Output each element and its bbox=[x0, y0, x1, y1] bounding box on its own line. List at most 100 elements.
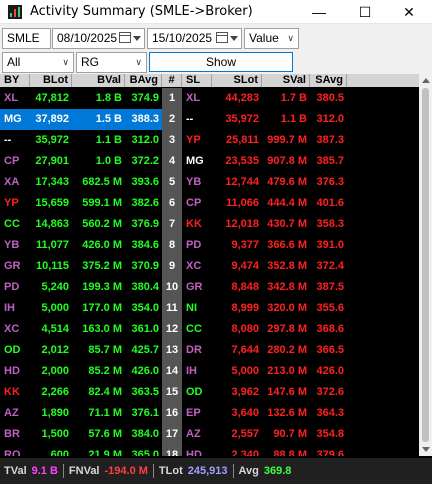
cell-slot: 35,972 bbox=[225, 113, 259, 125]
scroll-down-icon[interactable] bbox=[422, 447, 430, 452]
cell-sl: YP bbox=[186, 134, 201, 146]
header-number[interactable]: # bbox=[162, 74, 182, 87]
header-buyer[interactable]: BY bbox=[0, 74, 30, 87]
cell-by: MG bbox=[0, 109, 30, 130]
total-lot: 245,913 bbox=[187, 465, 228, 477]
cell-num: 2 bbox=[162, 109, 182, 130]
activity-table: BY BLot BVal BAvg # SL SLot SVal SAvg XL… bbox=[0, 74, 419, 456]
cell-blot: 47,812 bbox=[35, 92, 69, 104]
cell-sl: AZ bbox=[186, 428, 201, 440]
cell-savg: 354.8 bbox=[316, 428, 344, 440]
cell-slot: 9,474 bbox=[231, 260, 259, 272]
cell-bavg: 363.5 bbox=[131, 386, 159, 398]
cell-sl: GR bbox=[186, 281, 203, 293]
cell-by: BR bbox=[4, 428, 20, 440]
cell-savg: 364.3 bbox=[316, 407, 344, 419]
cell-savg: 372.4 bbox=[316, 260, 344, 272]
summary-status-bar: TVal 9.1 B FNVal -194.0 M TLot 245,913 A… bbox=[0, 458, 432, 484]
cell-sval: 479.6 M bbox=[267, 176, 307, 188]
cell-by: YB bbox=[4, 239, 20, 251]
maximize-button[interactable]: ☐ bbox=[342, 0, 388, 24]
calendar-icon[interactable] bbox=[119, 32, 131, 43]
header-seller[interactable]: SL bbox=[182, 74, 212, 87]
cell-slot: 7,644 bbox=[231, 344, 259, 356]
total-lot-label: TLot bbox=[158, 465, 183, 477]
minimize-button[interactable]: — bbox=[296, 0, 342, 24]
from-date-picker[interactable]: 08/10/2025 bbox=[52, 28, 145, 49]
sort-by-select[interactable]: Value ∨ bbox=[244, 28, 299, 49]
cell-bval: 1.0 B bbox=[95, 155, 122, 167]
cell-blot: 11,077 bbox=[35, 239, 69, 251]
vertical-scrollbar[interactable] bbox=[419, 74, 432, 456]
cell-sl: EP bbox=[186, 407, 201, 419]
to-date-value: 15/10/2025 bbox=[152, 31, 213, 45]
cell-bval: 177.0 M bbox=[82, 302, 122, 314]
scroll-thumb[interactable] bbox=[422, 88, 429, 442]
chevron-down-icon: ∨ bbox=[62, 57, 69, 67]
cell-savg: 391.0 bbox=[316, 239, 344, 251]
cell-sl: CP bbox=[186, 197, 202, 209]
cell-by: HD bbox=[4, 365, 20, 377]
header-sell-value[interactable]: SVal bbox=[262, 74, 310, 87]
chevron-down-icon[interactable] bbox=[230, 36, 238, 41]
cell-sl: DR bbox=[186, 344, 202, 356]
cell-blot: 600 bbox=[50, 449, 69, 456]
symbol-input[interactable]: SMLE bbox=[2, 28, 51, 49]
cell-num: 14 bbox=[162, 361, 182, 382]
cell-sl: KK bbox=[186, 218, 202, 230]
scroll-up-icon[interactable] bbox=[422, 78, 430, 83]
show-button[interactable]: Show bbox=[149, 52, 293, 72]
cell-sl: PD bbox=[186, 239, 202, 251]
to-date-picker[interactable]: 15/10/2025 bbox=[147, 28, 242, 49]
cell-bavg: 376.1 bbox=[131, 407, 159, 419]
header-buy-value[interactable]: BVal bbox=[72, 74, 125, 87]
sort-by-value: Value bbox=[249, 31, 279, 45]
cell-by: -- bbox=[4, 134, 12, 146]
cell-savg: 372.6 bbox=[316, 386, 344, 398]
divider bbox=[152, 464, 154, 478]
cell-num: 7 bbox=[162, 214, 182, 235]
cell-bval: 560.2 M bbox=[82, 218, 122, 230]
cell-by: OD bbox=[4, 344, 21, 356]
board-select[interactable]: RG ∨ bbox=[76, 52, 147, 73]
cell-slot: 2,557 bbox=[231, 428, 259, 440]
cell-bavg: 370.9 bbox=[131, 260, 159, 272]
cell-sval: 132.6 M bbox=[267, 407, 307, 419]
cell-slot: 8,848 bbox=[231, 281, 259, 293]
calendar-icon[interactable] bbox=[216, 32, 228, 43]
cell-num: 1 bbox=[162, 88, 182, 109]
cell-sval: 297.8 M bbox=[267, 323, 307, 335]
cell-num: 3 bbox=[162, 130, 182, 151]
header-sell-lot[interactable]: SLot bbox=[212, 74, 262, 87]
cell-num: 15 bbox=[162, 382, 182, 403]
cell-savg: 312.0 bbox=[316, 113, 344, 125]
cell-sval: 342.8 M bbox=[267, 281, 307, 293]
cell-bavg: 426.0 bbox=[131, 365, 159, 377]
cell-sval: 999.7 M bbox=[267, 134, 307, 146]
cell-savg: 380.5 bbox=[316, 92, 344, 104]
header-buy-lot[interactable]: BLot bbox=[30, 74, 72, 87]
cell-sval: 320.0 M bbox=[267, 302, 307, 314]
cell-sl: YB bbox=[186, 176, 202, 188]
close-icon: ✕ bbox=[403, 3, 415, 20]
close-button[interactable]: ✕ bbox=[386, 0, 432, 24]
cell-savg: 366.5 bbox=[316, 344, 344, 356]
header-sell-avg[interactable]: SAvg bbox=[310, 74, 347, 87]
cell-bavg: 365.0 bbox=[131, 449, 159, 456]
header-buy-avg[interactable]: BAvg bbox=[125, 74, 162, 87]
cell-savg: 426.0 bbox=[316, 365, 344, 377]
cell-slot: 12,018 bbox=[225, 218, 259, 230]
cell-num: 4 bbox=[162, 151, 182, 172]
cell-sval: 280.2 M bbox=[267, 344, 307, 356]
cell-bval: 1.8 B bbox=[95, 92, 122, 104]
cell-bavg: 376.9 bbox=[131, 218, 159, 230]
cell-sl: HD bbox=[186, 449, 202, 456]
cell-slot: 11,066 bbox=[225, 197, 259, 209]
cell-by: KK bbox=[4, 386, 20, 398]
chevron-down-icon[interactable] bbox=[133, 36, 141, 41]
cell-bval: 1.5 B bbox=[72, 109, 125, 130]
cell-bval: 57.6 M bbox=[88, 428, 122, 440]
cell-sl: XC bbox=[186, 260, 202, 272]
scope-select[interactable]: All ∨ bbox=[2, 52, 74, 73]
cell-sval: 1.7 B bbox=[280, 92, 307, 104]
